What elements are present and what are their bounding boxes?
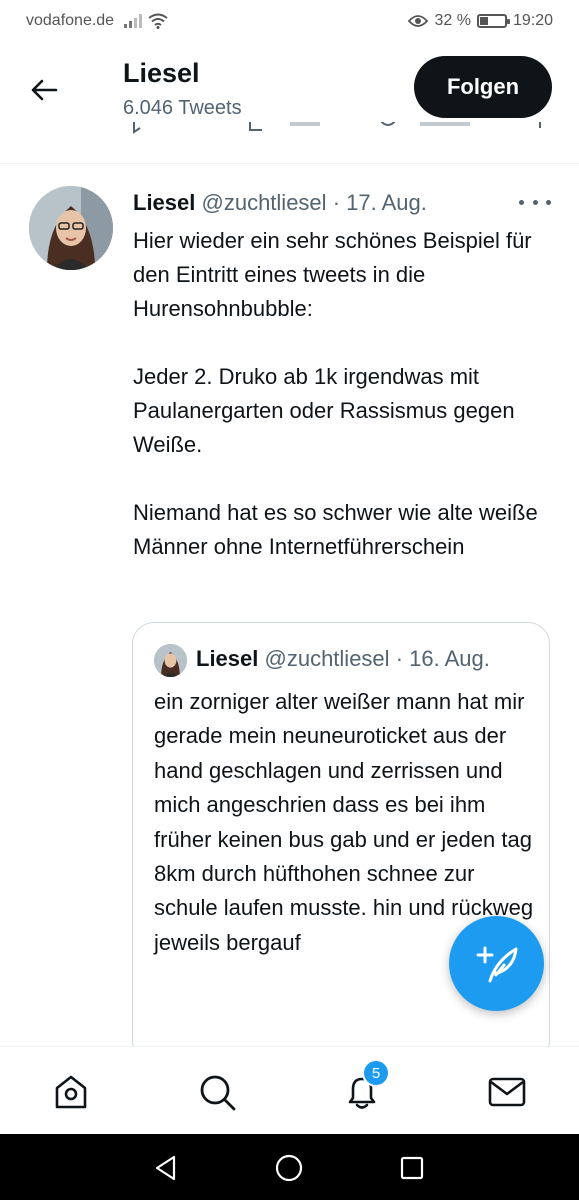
dot-separator: · <box>332 190 341 215</box>
nav-search[interactable] <box>196 1071 238 1113</box>
system-navigation-bar <box>0 1134 579 1200</box>
triangle-back-icon <box>155 1155 176 1181</box>
system-back-button[interactable] <box>149 1151 183 1185</box>
feather-plus-icon <box>476 946 517 982</box>
battery-percent: 32 % <box>434 12 471 29</box>
quoted-author-handle: @zuchtliesel <box>264 646 390 671</box>
previous-tweet-actions-peek <box>130 122 560 140</box>
back-button[interactable] <box>26 72 62 108</box>
profile-name: Liesel <box>123 58 200 88</box>
tweet-header: Liesel @zuchtliesel · 17. Aug. <box>133 190 427 216</box>
author-name[interactable]: Liesel <box>133 190 195 215</box>
quoted-date: 16. Aug. <box>409 646 490 671</box>
system-recents-button[interactable] <box>395 1151 429 1185</box>
status-bar: vodafone.de 32 % 19:20 <box>0 0 579 42</box>
dot <box>519 199 524 205</box>
carrier-label: vodafone.de <box>26 12 115 29</box>
nav-messages[interactable] <box>486 1071 528 1113</box>
system-home-button[interactable] <box>272 1151 306 1185</box>
compose-tweet-button[interactable] <box>449 916 544 1011</box>
quoted-header: Liesel @zuchtliesel · 16. Aug. <box>196 646 490 672</box>
follow-button[interactable]: Folgen <box>414 56 552 118</box>
arrow-left-icon <box>31 79 58 101</box>
tweet-count: 6.046 Tweets <box>123 97 242 119</box>
tweet-paragraph: Jeder 2. Druko ab 1k irgendwas mit Paula… <box>133 364 515 457</box>
avatar[interactable] <box>29 186 113 270</box>
tweet-text: Hier wieder ein sehr schönes Beispiel fü… <box>133 224 553 598</box>
nav-home[interactable] <box>50 1071 92 1113</box>
more-options-button[interactable] <box>519 192 551 212</box>
dot <box>532 199 538 205</box>
dot <box>546 199 551 205</box>
signal-icon <box>124 14 143 28</box>
search-icon <box>200 1075 236 1111</box>
eye-comfort-icon <box>408 15 429 27</box>
wifi-icon <box>148 13 168 29</box>
home-icon <box>55 1075 87 1109</box>
quoted-author-name: Liesel <box>196 646 259 671</box>
square-recents-icon <box>400 1156 424 1180</box>
profile-header: Liesel 6.046 Tweets Folgen <box>0 42 579 164</box>
mail-icon <box>488 1077 526 1107</box>
tweet-paragraph: Niemand hat es so schwer wie alte weiße … <box>133 500 538 559</box>
clock: 19:20 <box>512 12 553 29</box>
tweet-date[interactable]: 17. Aug. <box>346 190 427 215</box>
quoted-avatar <box>154 644 187 677</box>
tweet-paragraph: Hier wieder ein sehr schönes Beispiel fü… <box>133 228 532 321</box>
notification-badge: 5 <box>362 1059 390 1087</box>
battery-icon <box>476 14 510 28</box>
author-handle[interactable]: @zuchtliesel <box>202 190 327 215</box>
bottom-navigation: 5 <box>0 1046 579 1134</box>
dot-separator: · <box>395 646 404 671</box>
circle-home-icon <box>275 1154 303 1182</box>
